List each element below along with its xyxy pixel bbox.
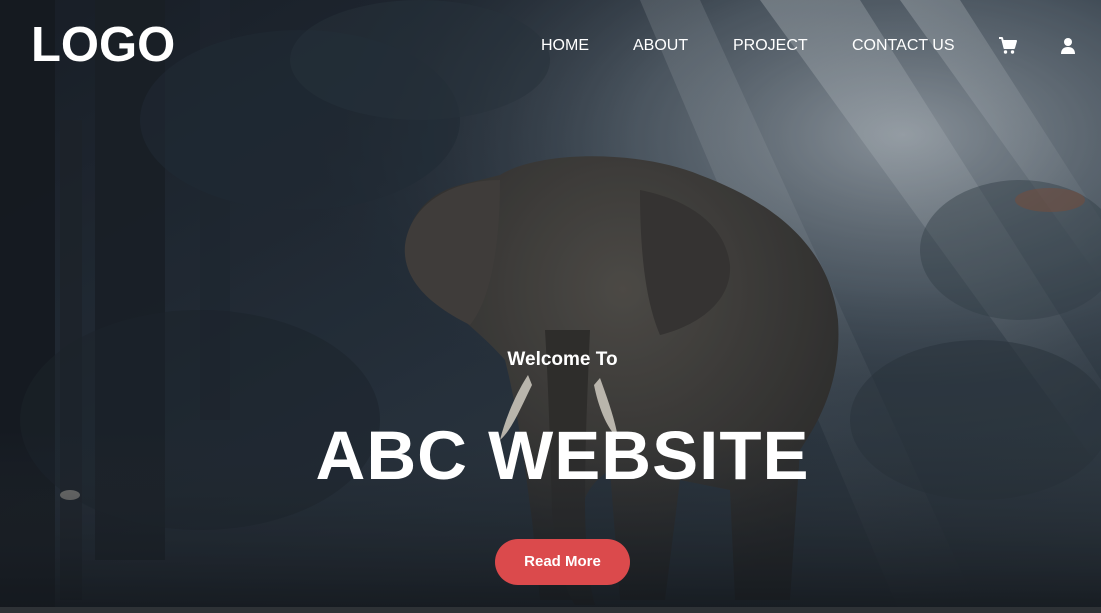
hero-background-image [0, 0, 1101, 613]
nav-item-home[interactable]: HOME [541, 35, 589, 57]
hero-headline: ABC WEBSITE [315, 417, 810, 494]
hero-welcome-text: Welcome To [507, 349, 618, 370]
site-logo[interactable]: LOGO [31, 16, 175, 74]
nav-item-project[interactable]: PROJECT [733, 35, 808, 57]
bottom-strip [0, 607, 1101, 613]
read-more-button[interactable]: Read More [495, 539, 630, 585]
nav-item-contact-us[interactable]: CONTACT US [852, 35, 955, 57]
cart-icon[interactable] [998, 36, 1018, 56]
hero-section: LOGO HOME ABOUT PROJECT CONTACT US Welco… [0, 0, 1101, 613]
user-icon[interactable] [1058, 36, 1078, 56]
nav-item-about[interactable]: ABOUT [633, 35, 688, 57]
